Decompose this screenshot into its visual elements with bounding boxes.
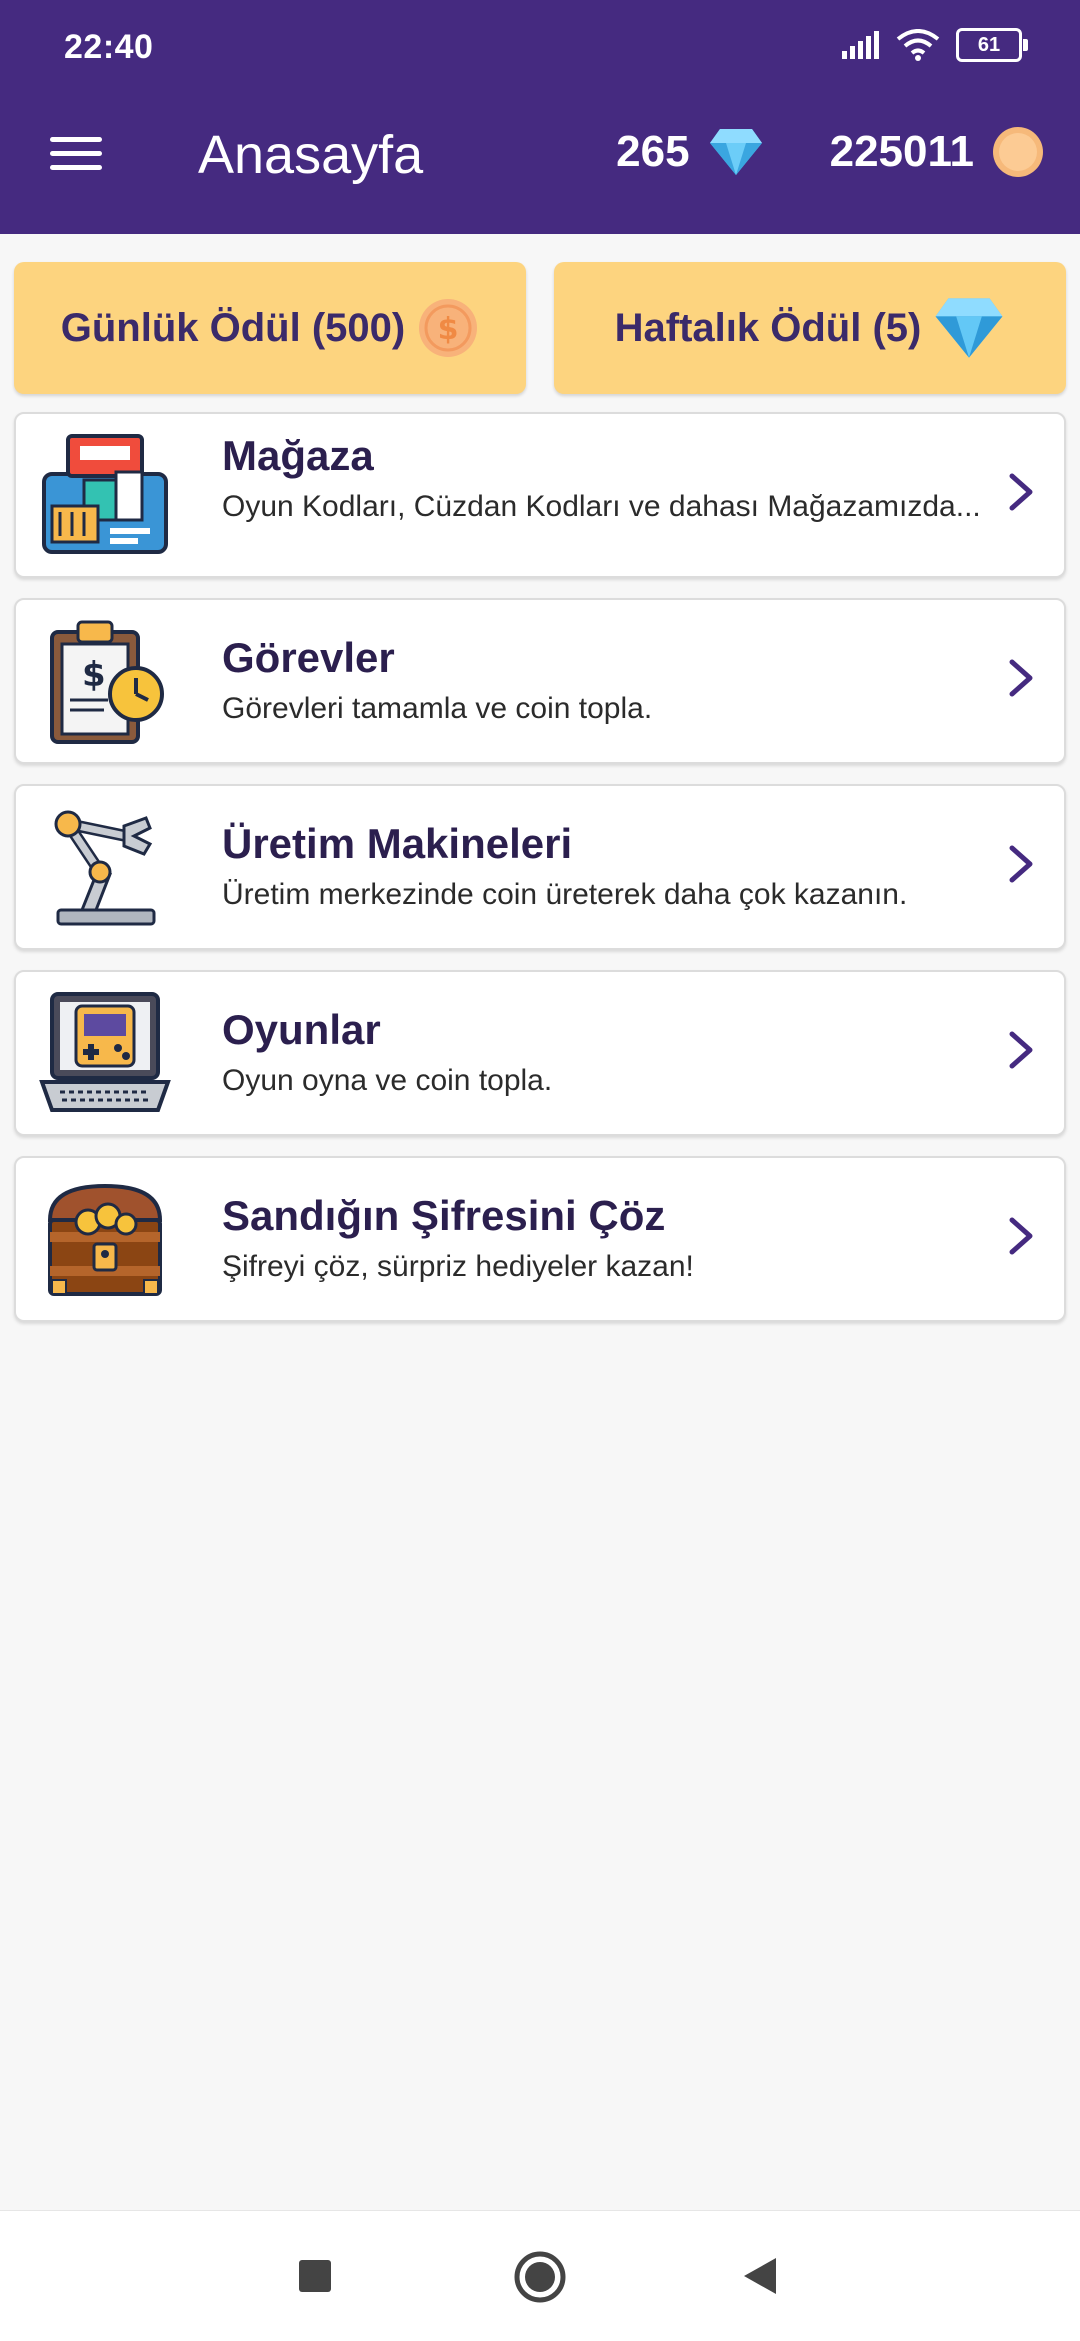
battery-icon: 61 [956,28,1028,62]
wifi-icon [896,29,940,61]
page-title: Anasayfa [198,125,424,185]
menu-item-description: Üretim merkezinde coin üreterek daha çok… [222,878,908,911]
menu-item-text: Oyunlar Oyun oyna ve coin topla. [222,1006,984,1100]
menu-line-icon [50,137,102,142]
status-icons: 61 [840,28,1028,62]
chevron-right-icon [1009,1031,1033,1069]
chevron-right-icon [1009,845,1033,883]
hamburger-menu-button[interactable] [44,128,108,184]
menu-item-production-machines[interactable]: Üretim Makineleri Üretim merkezinde coin… [14,784,1066,950]
menu-list: Mağaza Oyun Kodları, Cüzdan Kodları ve d… [14,412,1066,1342]
recent-apps-square-icon[interactable] [296,2257,334,2295]
diamond-icon [935,298,1003,358]
laptop-game-icon [39,992,171,1112]
menu-line-icon [50,165,102,170]
task-clipboard-icon: $ [50,620,164,744]
daily-reward-button[interactable]: Günlük Ödül (500) $ [14,262,526,394]
chevron-right-icon [1009,1217,1033,1255]
menu-item-title: Üretim Makineleri [222,820,573,867]
svg-text:$: $ [82,655,106,695]
menu-item-description: Şifreyi çöz, sürpriz hediyeler kazan! [222,1250,694,1283]
weekly-reward-label: Haftalık Ödül (5) [614,305,922,350]
back-triangle-icon[interactable] [740,2255,780,2297]
status-time: 22:40 [64,28,154,66]
app-header: 22:40 61 Anasayfa 265 225011 [0,0,1080,234]
menu-item-text: Mağaza Oyun Kodları, Cüzdan Kodları ve d… [222,432,984,526]
menu-line-icon [50,151,102,156]
coin-icon [993,127,1043,177]
menu-item-store[interactable]: Mağaza Oyun Kodları, Cüzdan Kodları ve d… [14,412,1066,578]
menu-item-description: Oyun oyna ve coin topla. [222,1064,553,1097]
menu-item-description: Oyun Kodları, Cüzdan Kodları ve dahası M… [222,490,981,523]
menu-item-title: Görevler [222,634,395,681]
menu-item-games[interactable]: Oyunlar Oyun oyna ve coin topla. [14,970,1066,1136]
menu-item-text: Sandığın Şifresini Çöz Şifreyi çöz, sürp… [222,1192,984,1286]
daily-reward-label: Günlük Ödül (500) [60,305,406,350]
diamond-icon [709,129,762,175]
treasure-chest-icon [47,1183,163,1296]
battery-level: 61 [977,33,1001,56]
wallet-summary[interactable]: 265 225011 [616,126,1044,178]
diamond-count: 265 [616,127,690,176]
robot-arm-icon [54,810,156,926]
menu-item-text: Üretim Makineleri Üretim merkezinde coin… [222,820,984,914]
chevron-right-icon [1009,473,1033,511]
menu-item-tasks[interactable]: $ Görevler Görevleri tamamla ve coin top… [14,598,1066,764]
store-icon [42,434,168,554]
menu-item-treasure-chest[interactable]: Sandığın Şifresini Çöz Şifreyi çöz, sürp… [14,1156,1066,1322]
system-nav-bar [0,2210,1080,2341]
reward-row: Günlük Ödül (500) $ Haftalık Ödül (5) [14,262,1066,394]
coin-count: 225011 [829,127,974,176]
menu-item-title: Mağaza [222,432,374,479]
dollar-coin-icon: $ [419,299,478,357]
menu-item-description: Görevleri tamamla ve coin topla. [222,692,653,725]
chevron-right-icon [1009,659,1033,697]
menu-item-text: Görevler Görevleri tamamla ve coin topla… [222,634,984,728]
signal-icon [842,31,879,59]
home-circle-icon[interactable] [512,2249,568,2305]
menu-item-title: Oyunlar [222,1006,381,1053]
svg-text:$: $ [438,312,459,347]
menu-item-title: Sandığın Şifresini Çöz [222,1192,666,1239]
weekly-reward-button[interactable]: Haftalık Ödül (5) [554,262,1066,394]
